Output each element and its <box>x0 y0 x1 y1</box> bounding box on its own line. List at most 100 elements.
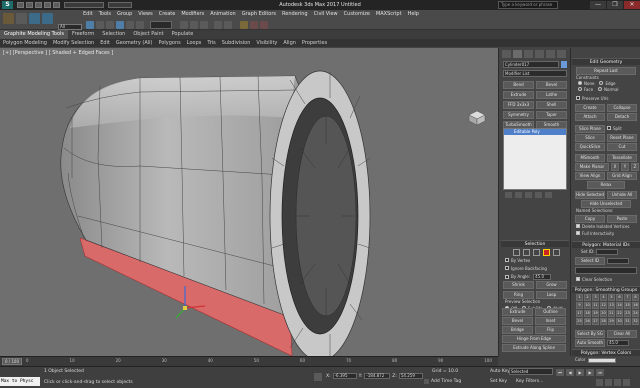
smoothing-group-button[interactable]: 1 <box>576 294 583 301</box>
menu-rendering[interactable]: Rendering <box>279 10 311 18</box>
selection-rollout-header[interactable]: Selection <box>501 240 569 247</box>
select-by-sg-button[interactable]: Select By SG <box>575 330 605 338</box>
smoothing-group-button[interactable]: 25 <box>576 318 583 325</box>
split-checkbox[interactable]: Split <box>607 126 622 132</box>
smoothing-group-button[interactable]: 2 <box>584 294 591 301</box>
collapse-button[interactable]: Collapse <box>607 104 637 112</box>
ribbon-subdivision[interactable]: Subdivision <box>219 39 254 47</box>
ribbon-tris[interactable]: Tris <box>204 39 218 47</box>
tab-selection[interactable]: Selection <box>98 30 129 39</box>
reference-coord-dropdown[interactable] <box>150 21 172 29</box>
smoothing-group-button[interactable]: 16 <box>632 302 639 309</box>
make-unique-icon[interactable] <box>525 192 532 198</box>
minimize-button[interactable]: — <box>590 1 606 9</box>
slice-button[interactable]: Slice <box>575 134 605 142</box>
cylinder-mesh[interactable] <box>0 48 498 356</box>
smoothing-group-button[interactable]: 26 <box>584 318 591 325</box>
vertex-colors-rollout-header[interactable]: Polygon: Vertex Colors <box>572 349 640 356</box>
link-icon[interactable] <box>29 13 40 24</box>
smoothing-group-button[interactable]: 4 <box>600 294 607 301</box>
lathe-button[interactable]: Lathe <box>536 91 567 99</box>
go-to-end-icon[interactable]: ⏭ <box>596 369 604 376</box>
smoothing-group-button[interactable]: 19 <box>592 310 599 317</box>
ffd-button[interactable]: FFD 3x3x3 <box>503 101 534 109</box>
menu-customize[interactable]: Customize <box>341 10 373 18</box>
smoothing-group-button[interactable]: 31 <box>624 318 631 325</box>
modifier-stack[interactable]: Editable Poly <box>503 128 567 190</box>
outline-button[interactable]: Outline <box>535 308 566 316</box>
extrude-poly-button[interactable]: Extrude <box>502 308 533 316</box>
move-icon[interactable] <box>116 21 124 29</box>
maxscript-listener-input[interactable]: Max to Physc <box>0 377 40 386</box>
relax-button[interactable]: Relax <box>587 181 625 189</box>
menu-maxscript[interactable]: MAXScript <box>373 10 405 18</box>
smoothing-group-button[interactable]: 12 <box>600 302 607 309</box>
select-by-name-icon[interactable] <box>96 21 104 29</box>
modify-tab-icon[interactable] <box>513 50 522 58</box>
render-setup-icon[interactable] <box>250 21 258 29</box>
hinge-from-edge-button[interactable]: Hinge From Edge <box>502 335 566 343</box>
render-icon[interactable] <box>260 21 268 29</box>
attach-button[interactable]: Attach <box>575 113 605 121</box>
view-align-button[interactable]: View Align <box>575 172 605 180</box>
object-name-field[interactable]: Cylinder017 <box>503 61 559 68</box>
stack-item-editable-poly[interactable]: Editable Poly <box>504 129 566 135</box>
smoothing-group-button[interactable]: 22 <box>616 310 623 317</box>
hierarchy-tab-icon[interactable] <box>524 50 533 58</box>
motion-tab-icon[interactable] <box>535 50 544 58</box>
smoothing-group-button[interactable]: 14 <box>616 302 623 309</box>
menu-edit[interactable]: Edit <box>80 10 96 18</box>
hide-unselected-button[interactable]: Hide Unselected <box>581 200 631 208</box>
material-editor-icon[interactable] <box>240 21 248 29</box>
auto-smooth-value[interactable]: 45.0 <box>607 340 629 346</box>
ribbon-properties[interactable]: Properties <box>299 39 330 47</box>
unhide-all-button[interactable]: Unhide All <box>607 191 637 199</box>
grid-align-button[interactable]: Grid Align <box>607 172 637 180</box>
set-id-input[interactable] <box>596 249 619 255</box>
ribbon-polygons[interactable]: Polygons <box>156 39 184 47</box>
key-filters-button[interactable]: Key Filters... <box>516 379 543 384</box>
x-coordinate-field[interactable]: -6.395 <box>332 373 357 379</box>
repeat-last-button[interactable]: Repeat Last <box>576 67 636 75</box>
smoothing-group-button[interactable]: 10 <box>584 302 591 309</box>
shrink-button[interactable]: Shrink <box>503 281 534 289</box>
by-angle-value[interactable]: 45.0 <box>533 274 552 280</box>
planar-x-button[interactable]: X <box>611 163 619 171</box>
menu-group[interactable]: Group <box>114 10 135 18</box>
paste-button[interactable]: Paste <box>607 215 637 223</box>
scale-icon[interactable] <box>136 21 144 29</box>
timeline[interactable]: 0 / 100 0 10 20 30 40 50 60 70 80 90 100 <box>0 356 498 366</box>
element-level-icon[interactable] <box>553 249 560 256</box>
tab-graphite-modeling[interactable]: Graphite Modeling Tools <box>0 30 69 39</box>
smoothing-group-button[interactable]: 28 <box>600 318 607 325</box>
smoothing-group-button[interactable]: 17 <box>576 310 583 317</box>
auto-key-label[interactable]: Auto Key <box>490 369 510 374</box>
edit-geometry-rollout-header[interactable]: Edit Geometry <box>572 58 640 65</box>
help-search-input[interactable]: Type a keyword or phrase <box>498 1 558 9</box>
constraint-face-radio[interactable]: Face <box>578 87 593 93</box>
ribbon-visibility[interactable]: Visibility <box>253 39 280 47</box>
ribbon-align[interactable]: Align <box>280 39 299 47</box>
z-coordinate-field[interactable]: 54.259 <box>398 373 423 379</box>
auto-key-mode-dropdown[interactable]: Selected <box>509 368 553 375</box>
smoothing-group-button[interactable]: 13 <box>608 302 615 309</box>
ribbon-edit[interactable]: Edit <box>97 39 113 47</box>
pin-stack-icon[interactable] <box>505 192 512 198</box>
select-id-button[interactable]: Select ID <box>575 257 605 265</box>
tab-freeform[interactable]: Freeform <box>68 30 98 39</box>
inset-button[interactable]: Inset <box>535 317 566 325</box>
tab-populate[interactable]: Populate <box>168 30 198 39</box>
by-angle-checkbox[interactable]: By Angle: 45.0 <box>505 274 552 280</box>
smoothing-group-button[interactable]: 9 <box>576 302 583 309</box>
preserve-uvs-checkbox[interactable]: Preserve UVs <box>576 96 608 102</box>
smoothing-group-button[interactable]: 23 <box>624 310 631 317</box>
select-object-icon[interactable] <box>86 21 94 29</box>
add-time-tag[interactable]: Add Time Tag <box>424 379 461 384</box>
smoothing-group-button[interactable]: 3 <box>592 294 599 301</box>
menu-civil-view[interactable]: Civil View <box>311 10 341 18</box>
tessellate-button[interactable]: Tessellate <box>607 154 637 162</box>
extrude-along-spline-button[interactable]: Extrude Along Spline <box>502 344 566 352</box>
smoothing-group-button[interactable]: 29 <box>608 318 615 325</box>
set-key-label[interactable]: Set Key <box>490 379 507 384</box>
smoothing-group-button[interactable]: 30 <box>616 318 623 325</box>
